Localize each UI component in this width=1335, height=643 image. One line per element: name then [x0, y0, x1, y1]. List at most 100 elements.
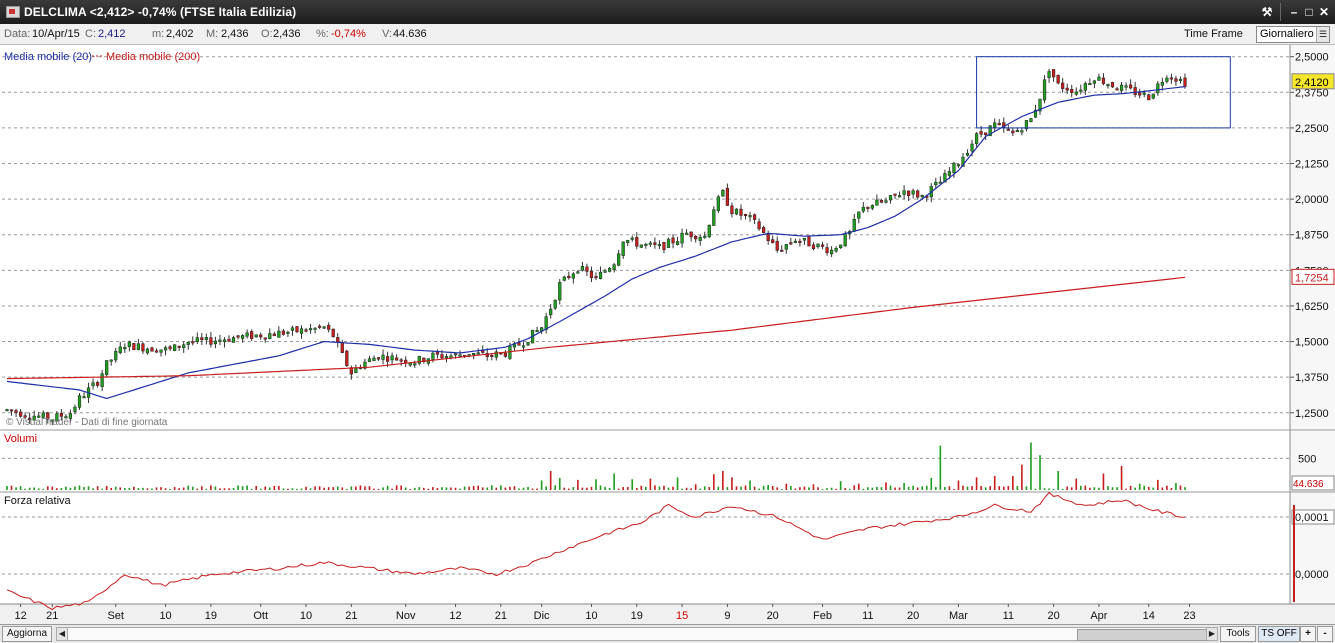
maximize-button[interactable]: □ — [1301, 4, 1317, 20]
candle — [811, 244, 816, 250]
candle — [1101, 77, 1106, 84]
candle — [195, 337, 199, 342]
candle — [635, 237, 639, 247]
candle — [327, 325, 331, 330]
close-button[interactable]: ✕ — [1316, 4, 1332, 20]
candle — [562, 276, 566, 281]
candle — [857, 211, 861, 219]
candle — [775, 240, 779, 251]
tools-button[interactable]: Tools — [1220, 626, 1256, 642]
ts-off-button[interactable]: TS OFF — [1258, 626, 1300, 642]
candle — [381, 354, 385, 360]
candle — [1011, 130, 1015, 134]
candle — [299, 328, 304, 334]
x-tick-label: 19 — [205, 610, 217, 622]
candle — [150, 347, 154, 352]
candle — [549, 308, 553, 316]
candle — [970, 143, 974, 152]
candle — [965, 152, 970, 156]
candle — [852, 218, 856, 232]
candle — [888, 195, 893, 201]
candle — [308, 328, 313, 331]
candle — [680, 232, 684, 244]
candle — [603, 270, 607, 273]
candle — [100, 373, 104, 387]
candle — [644, 243, 648, 246]
candle — [1065, 87, 1069, 91]
candle — [376, 357, 381, 360]
zoom-in-button[interactable]: + — [1300, 626, 1316, 642]
x-tick-label: 21 — [46, 610, 58, 622]
candle — [472, 352, 476, 355]
candle — [431, 352, 435, 360]
candle — [118, 346, 122, 354]
candle — [200, 337, 204, 341]
candle — [843, 233, 847, 247]
candle — [666, 238, 671, 248]
min-value: 2,402 — [166, 28, 194, 40]
scroll-left-icon[interactable]: ◀ — [57, 628, 68, 640]
candle — [168, 346, 172, 350]
candle — [227, 338, 231, 342]
price-tick-label: 2,5000 — [1295, 52, 1329, 64]
price-tick-label: 1,6250 — [1295, 301, 1329, 313]
candle — [521, 345, 526, 348]
candle — [259, 334, 263, 338]
candle — [567, 275, 571, 279]
candle — [793, 240, 797, 243]
candle — [535, 330, 539, 333]
x-tick-label: Ott — [253, 610, 268, 622]
candle — [154, 350, 159, 353]
candle — [1092, 80, 1096, 84]
candle — [517, 342, 521, 346]
candle — [1097, 76, 1101, 81]
candle — [861, 206, 865, 212]
candle — [145, 348, 150, 354]
candle — [780, 249, 784, 252]
candle — [866, 206, 870, 209]
candle — [1070, 89, 1074, 94]
candle — [1142, 92, 1146, 95]
scroll-thumb[interactable] — [1077, 629, 1209, 641]
timeframe-select[interactable]: Giornaliero ☰ — [1256, 26, 1330, 43]
pct-value: -0,74% — [331, 28, 366, 40]
chart-background — [0, 45, 1335, 624]
candle — [748, 215, 752, 218]
candle — [956, 164, 961, 167]
chart-area[interactable]: 2,50002,37502,25002,12502,00001,87501,75… — [0, 45, 1335, 624]
time-scrollbar[interactable]: ◀ ▶ — [56, 627, 1218, 641]
x-tick-label: 19 — [631, 610, 643, 622]
zoom-out-button[interactable]: - — [1317, 626, 1333, 642]
candle — [839, 244, 843, 249]
candle — [1138, 92, 1142, 96]
x-tick-label: 20 — [907, 610, 919, 622]
pin-icon[interactable]: ⚒ — [1259, 4, 1275, 20]
candle — [186, 341, 190, 345]
refresh-button[interactable]: Aggiorna — [2, 626, 52, 642]
candle — [399, 359, 403, 362]
candle — [598, 271, 603, 279]
candle — [576, 271, 580, 274]
candle — [490, 354, 494, 357]
candle — [739, 208, 743, 216]
scroll-right-icon[interactable]: ▶ — [1206, 628, 1217, 640]
candle — [182, 344, 186, 349]
open-value: 2,436 — [273, 28, 301, 40]
x-tick-label: Apr — [1090, 610, 1107, 622]
candle — [707, 224, 711, 238]
candle — [703, 235, 707, 238]
candle — [571, 273, 575, 279]
rs-title: Forza relativa — [4, 495, 72, 507]
candle — [1119, 84, 1124, 91]
minimize-button[interactable]: – — [1286, 4, 1302, 20]
candle — [1183, 77, 1187, 87]
x-tick-label: Set — [107, 610, 124, 622]
x-tick-label: 10 — [585, 610, 597, 622]
candle — [617, 253, 621, 266]
candle — [553, 299, 557, 309]
dropdown-icon[interactable]: ☰ — [1316, 27, 1329, 42]
candle — [218, 339, 222, 342]
candle — [213, 340, 218, 345]
candle — [440, 354, 444, 359]
candle — [222, 339, 227, 343]
